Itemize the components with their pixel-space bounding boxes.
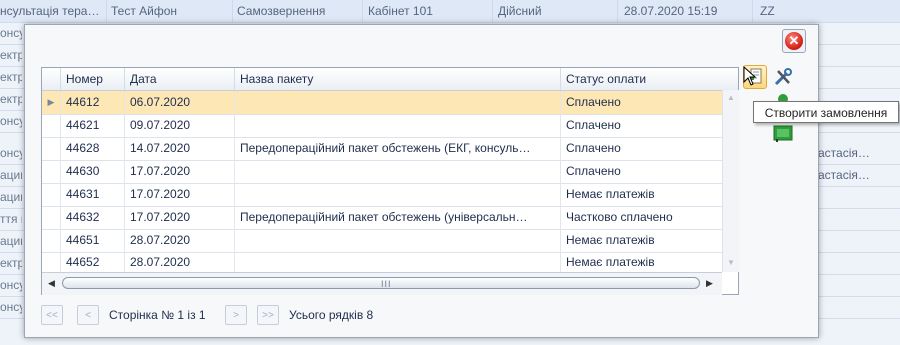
cell-package [234, 183, 560, 206]
column-header-date[interactable]: Дата [124, 68, 234, 90]
close-button[interactable]: ✕ [782, 29, 806, 53]
tools-icon [774, 68, 792, 86]
scroll-grip: III [381, 279, 392, 289]
bg-left-fragment: ття м [0, 212, 22, 226]
cell-date: 06.07.2020 [124, 91, 234, 114]
cell-date: 28.07.2020 [124, 252, 234, 272]
orders-grid: Номер Дата Назва пакету Статус оплати ▶ … [41, 67, 739, 295]
page-indicator: Сторінка № 1 із 1 [109, 308, 206, 322]
bg-cell: нсультація тера… [0, 4, 100, 18]
cell-number: 44652 [60, 252, 124, 272]
bg-left-fragment: онсу [0, 114, 22, 128]
flag-button[interactable] [771, 121, 795, 145]
scroll-left-arrow-icon[interactable]: ◀ [48, 278, 55, 289]
current-row-arrow-icon: ▶ [47, 97, 55, 107]
scroll-up-arrow-icon[interactable]: ▲ [726, 93, 736, 103]
cell-date: 17.07.2020 [124, 206, 234, 229]
mouse-cursor-icon [743, 66, 757, 86]
table-row[interactable]: 44631 17.07.2020 Немає платежів [42, 183, 722, 207]
cell-number: 44630 [60, 160, 124, 183]
cell-date: 14.07.2020 [124, 137, 234, 160]
scroll-down-arrow-icon[interactable]: ▼ [726, 258, 736, 268]
total-rows-label: Усього рядків 8 [289, 308, 374, 322]
cell-number: 44651 [60, 229, 124, 252]
tools-button[interactable] [771, 65, 795, 89]
bg-left-fragment: ацин [0, 234, 22, 248]
cell-date: 17.07.2020 [124, 160, 234, 183]
bg-left-fragment: онсу [0, 300, 22, 314]
cell-package: Передопераційний пакет обстежень (універ… [234, 206, 560, 229]
cell-status: Немає платежів [560, 252, 722, 272]
bg-left-fragment: онсу [0, 278, 22, 292]
cell-package [234, 252, 560, 272]
bg-right-fragment: астасія… [818, 146, 870, 160]
bg-left-fragment: онсу [0, 146, 22, 160]
table-row[interactable]: ▶ 44612 06.07.2020 Сплачено [42, 91, 722, 115]
cell-status: Сплачено [560, 91, 722, 114]
cell-status: Частково сплачено [560, 206, 722, 229]
table-row[interactable]: 44621 09.07.2020 Сплачено [42, 114, 722, 138]
bg-right-fragment: астасія… [818, 168, 870, 182]
cell-date: 28.07.2020 [124, 229, 234, 252]
cell-status: Немає платежів [560, 229, 722, 252]
pager: << < Сторінка № 1 із 1 > >> Усього рядкі… [41, 305, 541, 327]
cell-status: Сплачено [560, 137, 722, 160]
bg-left-fragment: ацин [0, 168, 22, 182]
bg-cell: Самозвернення [237, 4, 326, 18]
green-flag-icon [773, 125, 793, 142]
cell-status: Сплачено [560, 114, 722, 137]
cell-package [234, 114, 560, 137]
bg-cell: Дійсний [498, 4, 542, 18]
cell-number: 44632 [60, 206, 124, 229]
table-row[interactable]: 44651 28.07.2020 Немає платежів [42, 229, 722, 253]
cell-number: 44631 [60, 183, 124, 206]
bg-left-fragment: ектр [0, 48, 22, 62]
cell-status: Сплачено [560, 160, 722, 183]
background-top-row: нсультація тера… Тест Айфон Самозверненн… [0, 0, 900, 23]
next-page-button[interactable]: > [225, 305, 247, 325]
table-row[interactable]: 44652 28.07.2020 Немає платежів [42, 252, 722, 273]
horizontal-scrollbar[interactable]: ◀ III ▶ [42, 272, 722, 295]
bg-left-fragment: ектр [0, 92, 22, 106]
bg-cell: Тест Айфон [111, 4, 178, 18]
cell-number: 44621 [60, 114, 124, 137]
cell-status: Немає платежів [560, 183, 722, 206]
close-icon: ✕ [785, 32, 803, 50]
table-row[interactable]: 44628 14.07.2020 Передопераційний пакет … [42, 137, 722, 161]
column-header-number[interactable]: Номер [60, 68, 124, 90]
first-page-button[interactable]: << [41, 305, 63, 325]
tooltip: Створити замовлення [753, 101, 899, 123]
column-header-payment-status[interactable]: Статус оплати [560, 68, 722, 90]
prev-page-button[interactable]: < [77, 305, 99, 325]
cell-package [234, 229, 560, 252]
bg-cell: Кабінет 101 [368, 4, 433, 18]
bg-cell: ZZ [760, 4, 775, 18]
grid-header: Номер Дата Назва пакету Статус оплати [42, 68, 738, 91]
bg-left-fragment: ектр [0, 256, 22, 270]
bg-cell: 28.07.2020 15:19 [624, 4, 718, 18]
cell-number: 44628 [60, 137, 124, 160]
column-header-package[interactable]: Назва пакету [234, 68, 560, 90]
cell-date: 09.07.2020 [124, 114, 234, 137]
cell-date: 17.07.2020 [124, 183, 234, 206]
cell-package [234, 91, 560, 114]
cell-number: 44612 [60, 91, 124, 114]
bg-left-fragment: онсу [0, 26, 22, 40]
horizontal-scroll-thumb[interactable]: III [62, 277, 700, 289]
last-page-button[interactable]: >> [257, 305, 279, 325]
row-indicator-header [42, 68, 60, 90]
table-row[interactable]: 44630 17.07.2020 Сплачено [42, 160, 722, 184]
bg-left-fragment: ацин [0, 190, 22, 204]
cell-package: Передопераційний пакет обстежень (ЕКГ, к… [234, 137, 560, 160]
orders-dialog: ✕ Номер Дата Назва пакету Статус оплати … [24, 24, 819, 338]
table-row[interactable]: 44632 17.07.2020 Передопераційний пакет … [42, 206, 722, 230]
cell-package [234, 160, 560, 183]
bg-left-fragment: ектр [0, 70, 22, 84]
vertical-scrollbar[interactable]: ▲ ▼ [722, 90, 739, 272]
scroll-right-arrow-icon[interactable]: ▶ [706, 278, 713, 289]
